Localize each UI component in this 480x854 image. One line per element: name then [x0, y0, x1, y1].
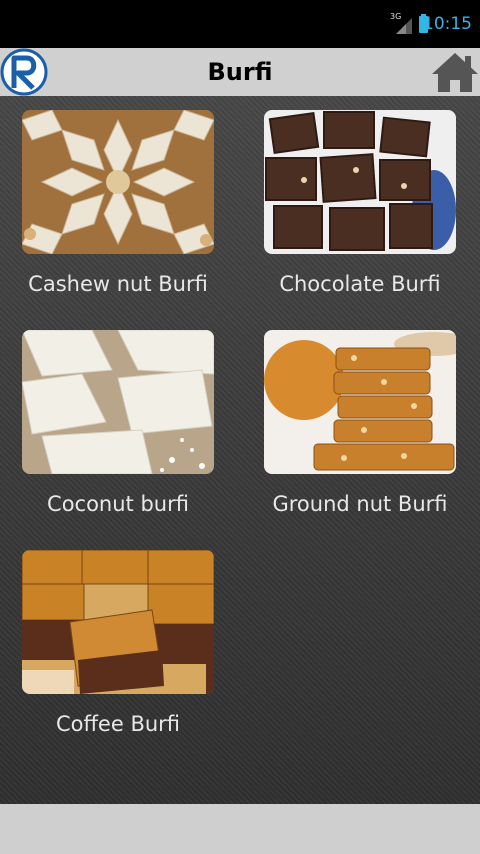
bottom-bar: [0, 804, 480, 854]
grid-item-coffee-burfi[interactable]: Coffee Burfi: [18, 536, 218, 736]
grid-item-chocolate-burfi[interactable]: Chocolate Burfi: [260, 96, 460, 296]
page-title: Burfi: [207, 58, 273, 86]
item-label: Ground nut Burfi: [272, 492, 448, 516]
clock: 10:15: [423, 14, 472, 34]
item-label: Coffee Burfi: [55, 712, 181, 736]
action-bar: Burfi: [0, 48, 480, 96]
ground-nut-burfi-image: [264, 330, 456, 474]
coconut-burfi-image: [22, 330, 214, 474]
grid-item-cashew-nut-burfi[interactable]: Cashew nut Burfi: [18, 96, 218, 296]
grid-item-coconut-burfi[interactable]: Coconut burfi: [18, 316, 218, 516]
signal-icon: 3G: [390, 12, 416, 34]
cashew-burfi-image: [22, 110, 214, 254]
home-icon[interactable]: [430, 50, 480, 94]
burfi-grid: Cashew nut Burfi Chocolate Burfi Coconut…: [0, 96, 480, 804]
chocolate-burfi-image: [264, 110, 456, 254]
status-bar: 3G 10:15: [0, 0, 480, 48]
grid-item-ground-nut-burfi[interactable]: Ground nut Burfi: [260, 316, 460, 516]
item-label: Cashew nut Burfi: [28, 272, 208, 296]
coffee-burfi-image: [22, 550, 214, 694]
item-label: Coconut burfi: [47, 492, 189, 516]
item-label: Chocolate Burfi: [279, 272, 441, 296]
network-type-label: 3G: [390, 12, 402, 21]
